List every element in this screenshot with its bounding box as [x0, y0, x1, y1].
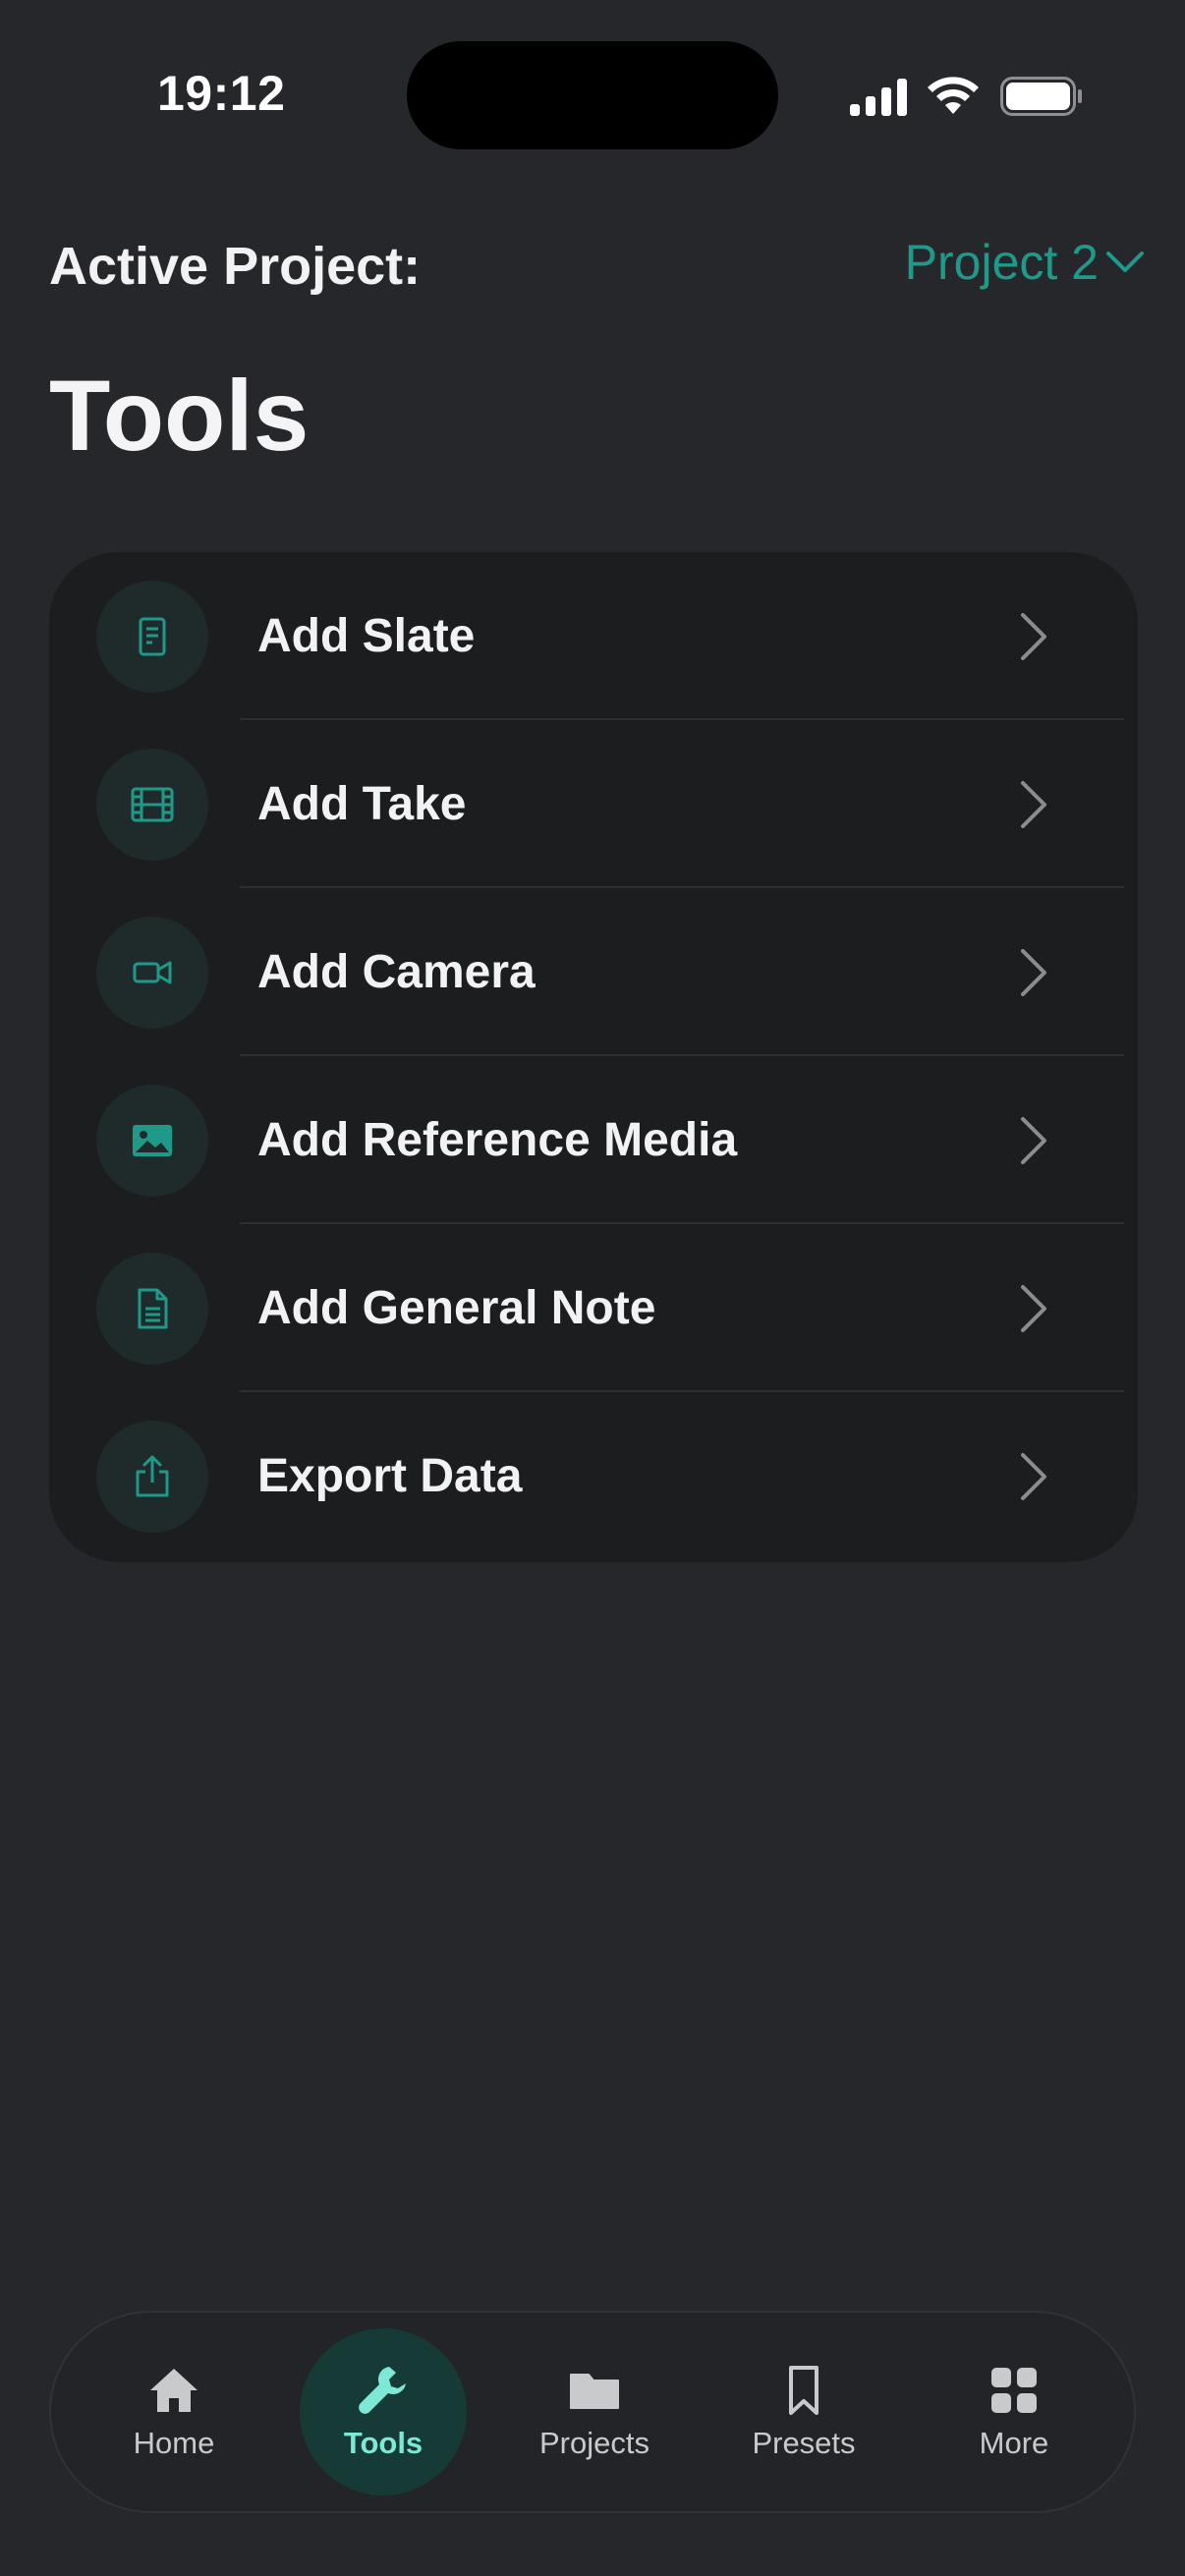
tab-bar: Home Tools Projects Presets More [49, 2311, 1136, 2513]
page-title: Tools [49, 360, 310, 472]
tab-label: More [979, 2426, 1049, 2460]
grid-icon [991, 2368, 1037, 2413]
tab-label: Home [133, 2426, 215, 2460]
tool-label: Add Slate [257, 610, 476, 662]
battery-icon [1000, 77, 1082, 116]
home-icon [150, 2369, 198, 2412]
wifi-icon [928, 77, 979, 114]
tool-row-add-reference-media[interactable]: Add Reference Media [49, 1056, 1138, 1224]
signal-icon [850, 79, 907, 116]
tab-label: Tools [343, 2426, 423, 2460]
tools-list: Add Slate Add Take Add Camera Add Refere… [49, 552, 1138, 1562]
slate-icon [96, 581, 208, 693]
project-name: Project 2 [904, 235, 1099, 290]
tool-label: Add Take [257, 778, 467, 830]
note-icon [96, 1253, 208, 1365]
tool-label: Export Data [257, 1450, 523, 1502]
tab-label: Presets [752, 2426, 856, 2460]
chevron-right-icon [1021, 781, 1046, 828]
tab-home[interactable]: Home [90, 2328, 257, 2495]
chevron-right-icon [1021, 1117, 1046, 1164]
chevron-right-icon [1021, 613, 1046, 660]
tab-label: Projects [539, 2426, 649, 2460]
tool-row-add-camera[interactable]: Add Camera [49, 888, 1138, 1056]
chevron-right-icon [1021, 1285, 1046, 1332]
tool-row-add-slate[interactable]: Add Slate [49, 552, 1138, 720]
image-icon [96, 1085, 208, 1197]
film-icon [96, 749, 208, 861]
status-time: 19:12 [157, 66, 286, 121]
tab-projects[interactable]: Projects [511, 2328, 678, 2495]
tool-row-add-general-note[interactable]: Add General Note [49, 1224, 1138, 1392]
tab-tools[interactable]: Tools [300, 2328, 467, 2495]
camera-icon [96, 917, 208, 1029]
tool-row-export-data[interactable]: Export Data [49, 1392, 1138, 1560]
chevron-right-icon [1021, 949, 1046, 996]
chevron-down-icon [1106, 252, 1144, 272]
active-project-label: Active Project: [49, 237, 422, 296]
dynamic-island [407, 41, 778, 149]
tools-screen: 19:12 Active Project: Project 2 Tools Ad… [0, 0, 1185, 2576]
tab-more[interactable]: More [931, 2328, 1098, 2495]
tool-row-add-take[interactable]: Add Take [49, 720, 1138, 888]
wrench-icon [359, 2367, 406, 2414]
tool-label: Add Camera [257, 946, 536, 998]
bookmark-icon [789, 2366, 818, 2415]
project-picker[interactable]: Project 2 [905, 234, 1146, 291]
tab-presets[interactable]: Presets [720, 2328, 887, 2495]
tool-label: Add General Note [257, 1282, 656, 1334]
folder-icon [570, 2374, 619, 2409]
export-icon [96, 1421, 208, 1533]
tool-label: Add Reference Media [257, 1114, 738, 1166]
chevron-right-icon [1021, 1453, 1046, 1500]
